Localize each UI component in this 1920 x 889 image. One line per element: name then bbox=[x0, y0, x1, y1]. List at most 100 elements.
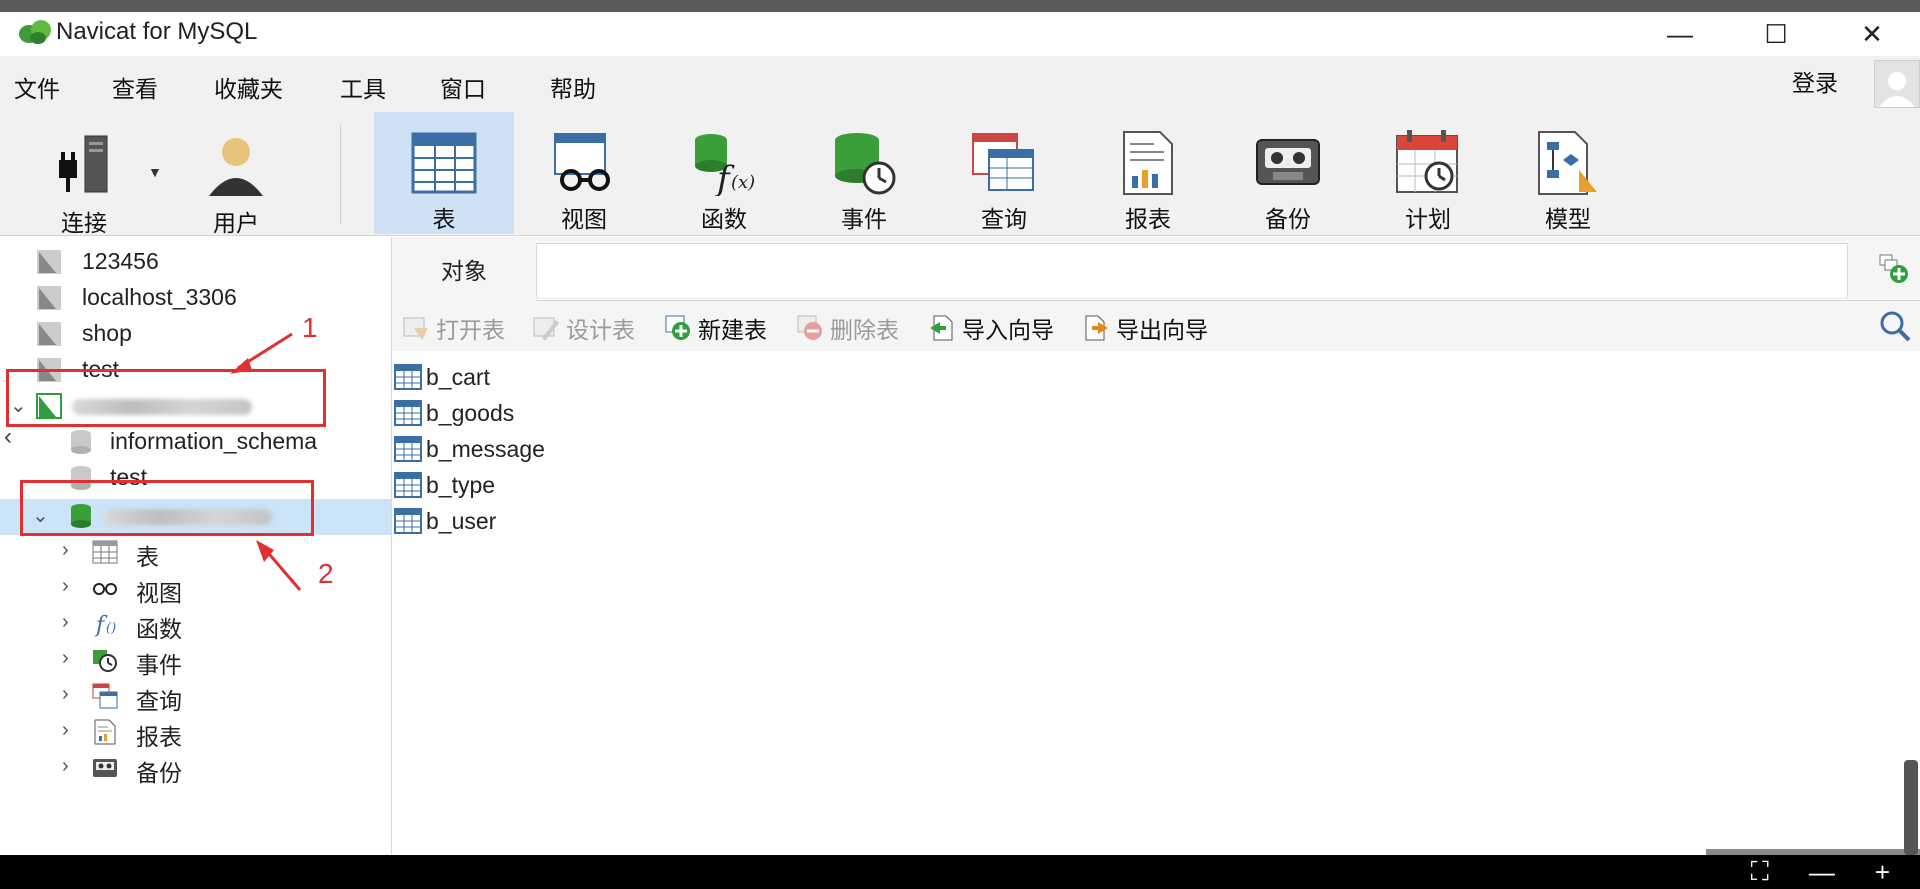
connection-icon bbox=[37, 286, 61, 310]
export-wizard-button[interactable]: 导出向导 bbox=[1082, 311, 1208, 345]
chevron-right-icon[interactable]: › bbox=[62, 683, 69, 706]
zoom-in-icon[interactable]: + bbox=[1875, 857, 1890, 888]
open-table-button[interactable]: 打开表 bbox=[402, 311, 505, 345]
annotation-number-1: 1 bbox=[302, 312, 318, 343]
table-label: 表 bbox=[432, 206, 456, 232]
connection-label: shop bbox=[82, 320, 132, 346]
view-label: 视图 bbox=[561, 206, 607, 232]
function-label: 函数 bbox=[701, 206, 747, 232]
close-button[interactable]: ✕ bbox=[1824, 12, 1920, 56]
tree-child-functions[interactable]: › f() 函数 bbox=[0, 607, 391, 643]
connect-dropdown-icon[interactable]: ▼ bbox=[148, 164, 162, 180]
backup-button[interactable]: 备份 bbox=[1218, 112, 1358, 234]
chevron-right-icon[interactable]: › bbox=[62, 611, 69, 634]
view-glasses-icon bbox=[549, 130, 619, 196]
tree-connection-item[interactable]: localhost_3306 bbox=[0, 281, 391, 317]
table-name: b_goods bbox=[426, 399, 515, 426]
table-list-item[interactable]: b_goods bbox=[394, 395, 514, 431]
import-wizard-icon bbox=[930, 315, 953, 341]
annotation-number-2: 2 bbox=[318, 558, 334, 589]
event-button[interactable]: 事件 bbox=[794, 112, 934, 234]
view-button[interactable]: 视图 bbox=[514, 112, 654, 234]
tree-child-label: 表 bbox=[136, 544, 159, 570]
design-table-button[interactable]: 设计表 bbox=[532, 311, 635, 345]
user-button[interactable]: 用户 bbox=[166, 112, 306, 236]
tree-child-events[interactable]: › 事件 bbox=[0, 643, 391, 679]
collapse-panel-icon[interactable]: ‹ bbox=[4, 423, 12, 451]
chevron-right-icon[interactable]: › bbox=[62, 539, 69, 562]
tree-child-label: 函数 bbox=[136, 616, 182, 642]
annotation-arrow-1-icon bbox=[230, 332, 293, 374]
table-icon bbox=[394, 436, 422, 462]
chevron-right-icon[interactable]: › bbox=[62, 575, 69, 598]
report-button[interactable]: 报表 bbox=[1078, 112, 1218, 234]
new-tab-icon[interactable] bbox=[1876, 251, 1910, 285]
tree-child-label: 查询 bbox=[136, 688, 182, 714]
avatar[interactable] bbox=[1874, 60, 1920, 108]
maximize-button[interactable]: ☐ bbox=[1728, 12, 1824, 56]
login-link[interactable]: 登录 bbox=[1792, 64, 1838, 98]
table-icon bbox=[394, 400, 422, 426]
user-label: 用户 bbox=[213, 210, 259, 236]
table-list-item[interactable]: b_type bbox=[394, 467, 495, 503]
table-icon bbox=[394, 472, 422, 498]
tab-strip bbox=[536, 243, 1848, 297]
new-table-button[interactable]: 新建表 bbox=[664, 311, 767, 345]
view-glasses-icon bbox=[93, 583, 117, 595]
function-icon: f (x) bbox=[689, 130, 759, 196]
table-icon bbox=[92, 540, 118, 564]
menu-favorites[interactable]: 收藏夹 bbox=[214, 70, 283, 104]
menu-window[interactable]: 窗口 bbox=[440, 70, 486, 104]
tree-child-label: 事件 bbox=[136, 652, 182, 678]
backup-tape-icon bbox=[93, 759, 117, 777]
connection-label: localhost_3306 bbox=[82, 284, 237, 310]
table-name: b_type bbox=[426, 471, 496, 498]
import-wizard-button[interactable]: 导入向导 bbox=[928, 311, 1054, 345]
menu-help[interactable]: 帮助 bbox=[550, 70, 596, 104]
plug-server-icon bbox=[49, 130, 119, 200]
tree-database-item[interactable]: information_schema bbox=[0, 425, 391, 461]
tree-child-reports[interactable]: › 报表 bbox=[0, 715, 391, 751]
table-list-item[interactable]: b_user bbox=[394, 503, 496, 539]
chevron-right-icon[interactable]: › bbox=[62, 719, 69, 742]
function-icon: f() bbox=[94, 613, 116, 637]
query-icon bbox=[969, 130, 1039, 196]
svg-text:(): () bbox=[106, 621, 116, 636]
menu-file[interactable]: 文件 bbox=[14, 70, 60, 104]
tree-child-backups[interactable]: › 备份 bbox=[0, 751, 391, 787]
chevron-right-icon[interactable]: › bbox=[62, 647, 69, 670]
table-list-item[interactable]: b_message bbox=[394, 431, 545, 467]
connection-icon bbox=[37, 250, 61, 274]
query-icon bbox=[92, 683, 118, 709]
function-button[interactable]: f (x) 函数 bbox=[654, 112, 794, 234]
database-label: information_schema bbox=[110, 428, 318, 454]
table-button[interactable]: 表 bbox=[374, 112, 514, 234]
report-icon bbox=[94, 719, 116, 745]
delete-table-button[interactable]: 删除表 bbox=[796, 311, 899, 345]
bottom-controls: ⛶ — + bbox=[1751, 855, 1890, 889]
table-name: b_message bbox=[426, 435, 545, 462]
model-label: 模型 bbox=[1545, 206, 1591, 232]
search-icon[interactable] bbox=[1878, 309, 1912, 343]
minimize-button[interactable]: — bbox=[1632, 12, 1728, 56]
menu-view[interactable]: 查看 bbox=[112, 70, 158, 104]
menu-tools[interactable]: 工具 bbox=[340, 70, 386, 104]
schedule-button[interactable]: 计划 bbox=[1358, 112, 1498, 234]
annotation-arrow-2-icon bbox=[256, 540, 302, 591]
chevron-right-icon[interactable]: › bbox=[62, 755, 69, 778]
model-button[interactable]: 模型 bbox=[1498, 112, 1638, 234]
side-scrollbar[interactable] bbox=[1904, 760, 1918, 855]
database-icon bbox=[71, 430, 91, 454]
export-wizard-icon bbox=[1085, 315, 1108, 341]
tree-connection-item[interactable]: shop bbox=[0, 317, 391, 353]
query-button[interactable]: 查询 bbox=[934, 112, 1074, 234]
zoom-out-icon[interactable]: — bbox=[1809, 857, 1835, 888]
table-list-item[interactable]: b_cart bbox=[394, 359, 490, 395]
tree-child-queries[interactable]: › 查询 bbox=[0, 679, 391, 715]
tab-objects[interactable]: 对象 bbox=[392, 237, 536, 301]
table-icon bbox=[394, 364, 422, 390]
tree-connection-item[interactable]: 123456 bbox=[0, 245, 391, 281]
connect-button[interactable]: 连接 bbox=[14, 112, 154, 236]
fit-screen-icon[interactable]: ⛶ bbox=[1751, 856, 1769, 888]
design-table-icon bbox=[533, 317, 559, 341]
